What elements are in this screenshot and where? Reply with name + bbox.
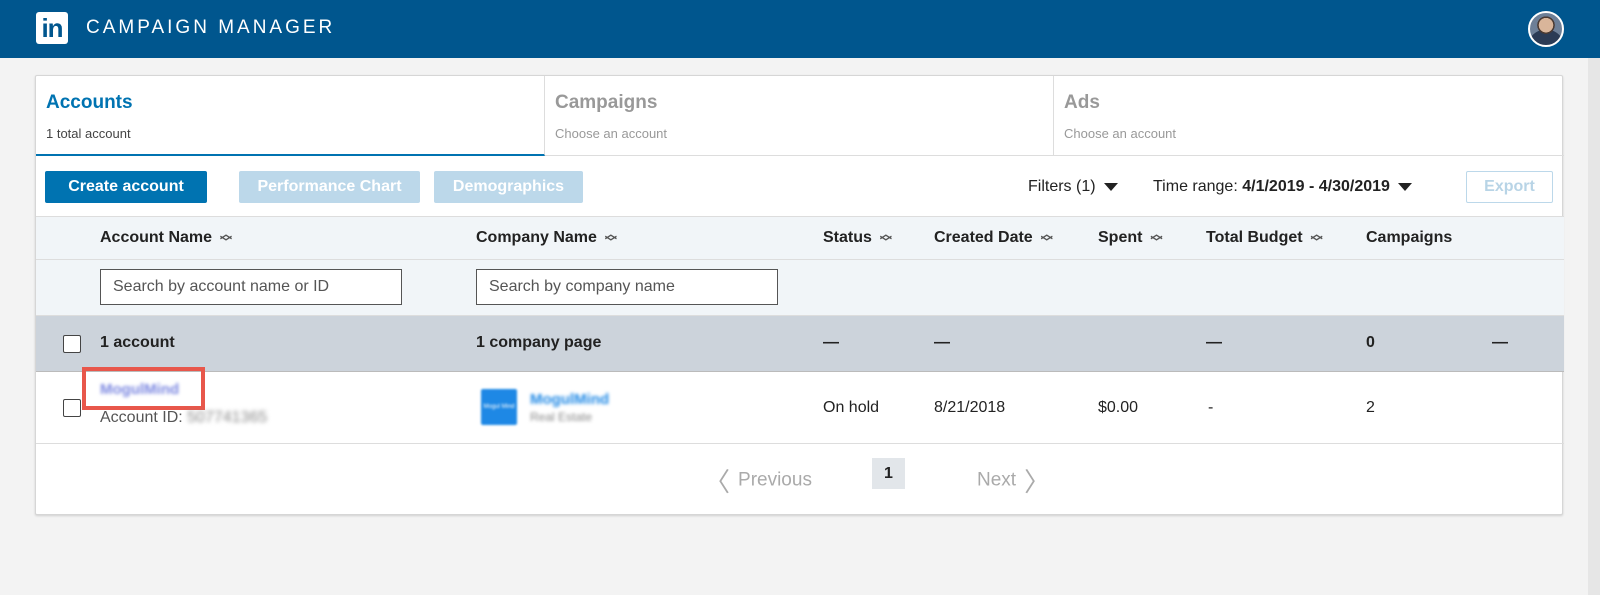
pagination: 〈 Previous 1 Next 〉 — [36, 444, 1564, 516]
page-number[interactable]: 1 — [872, 458, 905, 489]
account-id: Account ID: 507741365 — [100, 409, 267, 427]
linkedin-logo-icon[interactable]: in — [36, 12, 68, 44]
sort-icon: ︿ ﹀ — [879, 226, 892, 249]
search-row — [36, 260, 1564, 316]
user-avatar[interactable] — [1528, 11, 1564, 47]
time-range-value: 4/1/2019 - 4/30/2019 — [1242, 178, 1390, 195]
summary-companies: 1 company page — [476, 334, 602, 351]
tab-accounts-subtitle: 1 total account — [46, 126, 131, 141]
company-logo: Mogul Mind — [481, 389, 517, 425]
tab-accounts-title: Accounts — [46, 92, 133, 113]
campaigns-cell: 2 — [1366, 399, 1375, 416]
account-search-input[interactable] — [100, 269, 402, 305]
column-label: Created Date — [934, 229, 1033, 246]
tab-campaigns-title: Campaigns — [555, 92, 658, 113]
summary-row: 1 account 1 company page — — — 0 — — [36, 316, 1564, 372]
table-row: MogulMind Account ID: 507741365 Mogul Mi… — [36, 367, 1564, 444]
sort-icon: ︿ ﹀ — [220, 226, 233, 249]
account-id-value: 507741365 — [187, 409, 268, 426]
spent-cell: $0.00 — [1098, 399, 1139, 416]
tab-ads-subtitle: Choose an account — [1064, 126, 1177, 141]
column-total-budget[interactable]: Total Budget ︿ ﹀ — [1206, 226, 1323, 249]
created-date-cell: 8/21/2018 — [934, 399, 1006, 416]
next-page-button[interactable]: Next 〉 — [977, 462, 1058, 499]
sort-icon: ︿ ﹀ — [604, 226, 617, 249]
column-status[interactable]: Status ︿ ﹀ — [823, 226, 892, 249]
chevron-left-icon: 〈 — [704, 467, 731, 497]
company-type: Real Estate — [530, 410, 593, 424]
column-spent[interactable]: Spent ︿ ﹀ — [1098, 226, 1163, 249]
tab-ads[interactable]: Ads Choose an account — [1054, 76, 1564, 156]
next-label: Next — [977, 469, 1017, 491]
summary-campaigns: 0 — [1366, 334, 1375, 351]
caret-down-icon — [1103, 182, 1118, 191]
table-header: Account Name ︿ ﹀ Company Name ︿ ﹀ Status ︿ ﹀ C… — [36, 217, 1564, 260]
column-campaigns: Campaigns — [1366, 229, 1452, 247]
filters-dropdown[interactable]: Filters (1) — [1028, 178, 1118, 196]
select-all-checkbox[interactable] — [63, 335, 81, 353]
time-range-dropdown[interactable]: Time range: 4/1/2019 - 4/30/2019 — [1153, 178, 1412, 196]
column-label: Spent — [1098, 229, 1143, 246]
column-label: Campaigns — [1366, 229, 1453, 246]
tab-ads-title: Ads — [1064, 92, 1100, 113]
toolbar: Create account Performance Chart Demogra… — [36, 156, 1564, 217]
export-button[interactable]: Export — [1466, 171, 1553, 203]
summary-status: — — [823, 334, 839, 351]
previous-label: Previous — [738, 469, 812, 491]
highlight-box — [82, 367, 205, 410]
top-bar: in CAMPAIGN MANAGER — [0, 0, 1600, 58]
chevron-right-icon: 〉 — [1024, 467, 1051, 497]
summary-budget: — — [1206, 334, 1222, 351]
tab-bar: Accounts 1 total account Campaigns Choos… — [36, 76, 1564, 156]
app-title: CAMPAIGN MANAGER — [86, 17, 336, 38]
column-company-name[interactable]: Company Name ︿ ﹀ — [476, 226, 617, 249]
row-checkbox[interactable] — [63, 399, 81, 417]
time-range-label: Time range: — [1153, 178, 1238, 195]
summary-trailing: — — [1492, 334, 1508, 351]
sort-icon: ︿ ﹀ — [1310, 226, 1323, 249]
tab-campaigns-subtitle: Choose an account — [555, 126, 668, 141]
column-label: Company Name — [476, 229, 597, 246]
status-cell: On hold — [823, 399, 880, 416]
column-label: Account Name — [100, 229, 213, 246]
account-id-label: Account ID: — [100, 409, 183, 426]
summary-accounts: 1 account — [100, 334, 175, 351]
sort-icon: ︿ ﹀ — [1040, 226, 1053, 249]
column-label: Total Budget — [1206, 229, 1303, 246]
performance-chart-button[interactable]: Performance Chart — [239, 171, 420, 203]
demographics-button[interactable]: Demographics — [434, 171, 583, 203]
budget-cell: - — [1208, 399, 1214, 416]
sort-icon: ︿ ﹀ — [1150, 226, 1163, 249]
tab-accounts[interactable]: Accounts 1 total account — [36, 76, 545, 156]
company-name-link[interactable]: MogulMind — [530, 391, 609, 408]
previous-page-button[interactable]: 〈 Previous — [696, 462, 812, 499]
create-account-button[interactable]: Create account — [45, 171, 207, 203]
filters-label: Filters (1) — [1028, 178, 1096, 195]
column-label: Status — [823, 229, 872, 246]
tab-campaigns[interactable]: Campaigns Choose an account — [545, 76, 1054, 156]
scrollbar-track[interactable] — [1588, 58, 1600, 595]
caret-down-icon — [1397, 182, 1412, 191]
summary-created: — — [934, 334, 950, 351]
column-created-date[interactable]: Created Date ︿ ﹀ — [934, 226, 1053, 249]
column-account-name[interactable]: Account Name ︿ ﹀ — [100, 226, 233, 249]
main-card: Accounts 1 total account Campaigns Choos… — [35, 75, 1564, 516]
company-search-input[interactable] — [476, 269, 778, 305]
